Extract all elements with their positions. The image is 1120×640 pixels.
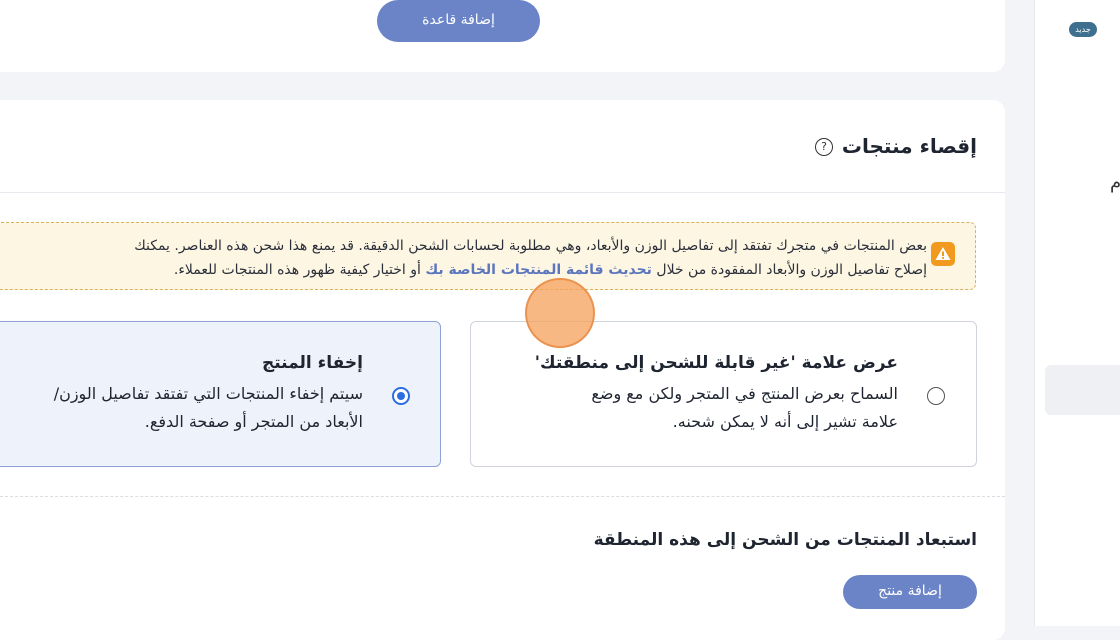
warning-text-line1: بعض المنتجات في متجرك تفتقد إلى تفاصيل ا…: [134, 238, 927, 254]
add-rule-button[interactable]: إضافة قاعدة: [377, 0, 540, 42]
warning-text-after-link: أو اختيار كيفية ظهور هذه المنتجات للعملا…: [173, 262, 421, 278]
sidebar-item-partial-label[interactable]: م: [1110, 172, 1120, 193]
option-show-label-title: عرض علامة 'غير قابلة للشحن إلى منطقتك': [534, 353, 898, 373]
option-hide-product-desc-line2: الأبعاد من المتجر أو صفحة الدفع.: [144, 412, 363, 431]
add-product-button[interactable]: إضافة منتج: [843, 575, 977, 609]
new-badge: جديد: [1069, 22, 1097, 37]
option-hide-product-title: إخفاء المنتج: [261, 353, 363, 373]
exclude-products-title: استبعاد المنتجات من الشحن إلى هذه المنطق…: [593, 530, 977, 550]
click-indicator: [525, 278, 595, 348]
option-show-label-desc-line2: علامة تشير إلى أنه لا يمكن شحنه.: [672, 412, 898, 431]
help-icon[interactable]: ?: [815, 138, 833, 156]
section-title: إقصاء منتجات: [841, 134, 977, 158]
warning-text-line2: إصلاح تفاصيل الوزن والأبعاد المفقودة من …: [174, 262, 927, 278]
warning-triangle-icon: [931, 242, 955, 266]
option-show-label-desc-line1: السماح بعرض المنتج في المتجر ولكن مع وضع: [591, 384, 898, 403]
dashed-divider: [0, 496, 1005, 497]
section-divider: [0, 192, 1005, 193]
option-hide-product-desc-line1: سيتم إخفاء المنتجات التي تفتقد تفاصيل ال…: [53, 384, 363, 403]
warning-text-before-link: إصلاح تفاصيل الوزن والأبعاد المفقودة من …: [656, 262, 927, 278]
update-products-link[interactable]: تحديث قائمة المنتجات الخاصة بك: [425, 262, 652, 278]
sidebar-item-active[interactable]: [1045, 365, 1120, 415]
warning-alert: [0, 222, 976, 290]
option-hide-product-radio[interactable]: [392, 387, 410, 405]
sidebar: [1034, 0, 1120, 626]
option-show-label-radio[interactable]: [927, 387, 945, 405]
